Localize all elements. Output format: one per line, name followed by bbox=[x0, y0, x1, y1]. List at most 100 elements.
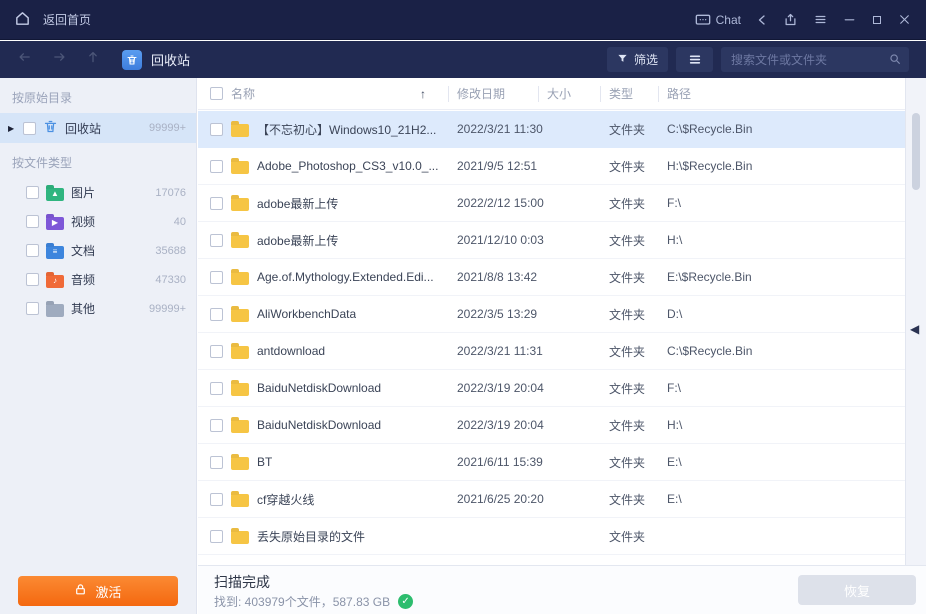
file-path: H:\$Recycle.Bin bbox=[667, 159, 753, 173]
row-checkbox[interactable] bbox=[210, 159, 223, 173]
right-panel-strip: ◀ bbox=[905, 78, 926, 565]
table-header: 名称 ↑ 修改日期 大小 类型 路径 bbox=[198, 78, 905, 110]
home-button[interactable]: 返回首页 bbox=[14, 10, 91, 30]
modified-date: 2021/8/8 13:42 bbox=[457, 270, 538, 284]
table-row[interactable]: adobe最新上传 2021/12/10 0:03 文件夹 H:\ bbox=[198, 222, 905, 259]
file-path: F:\ bbox=[667, 196, 681, 210]
file-type-folder-icon bbox=[46, 303, 64, 317]
sidebar-item-file-type[interactable]: ≡ 文档 35688 bbox=[0, 236, 196, 265]
file-path: E:\ bbox=[667, 492, 682, 506]
export-button[interactable] bbox=[783, 12, 798, 27]
file-path: H:\ bbox=[667, 418, 683, 432]
row-checkbox[interactable] bbox=[210, 492, 223, 506]
section-original-directory: 按原始目录 bbox=[12, 91, 73, 105]
file-type-list: ▲ 图片 17076 ▶ 视频 40 ≡ 文档 35688 ♪ 音频 47330… bbox=[0, 178, 196, 323]
up-button[interactable] bbox=[86, 50, 100, 69]
file-table: 名称 ↑ 修改日期 大小 类型 路径 【不忘初心】Windows10_21H2.… bbox=[198, 78, 905, 565]
modified-date: 2022/3/21 11:31 bbox=[457, 344, 543, 358]
table-row[interactable]: adobe最新上传 2022/2/12 15:00 文件夹 F:\ bbox=[198, 185, 905, 222]
hamburger-icon bbox=[813, 13, 828, 26]
scan-result-detail: 找到: 403979个文件，587.83 GB bbox=[214, 595, 391, 609]
table-row[interactable]: 【不忘初心】Windows10_21H2... 2022/3/21 11:30 … bbox=[198, 111, 905, 148]
row-checkbox[interactable] bbox=[210, 455, 223, 469]
recycle-bin-location-icon bbox=[122, 49, 142, 70]
file-type: 文件夹 bbox=[609, 492, 646, 507]
collapse-panel-icon[interactable]: ◀ bbox=[910, 323, 919, 335]
row-checkbox[interactable] bbox=[210, 196, 223, 210]
check-circle-icon: ✓ bbox=[398, 594, 414, 609]
file-type: 文件夹 bbox=[609, 344, 646, 359]
row-checkbox[interactable] bbox=[210, 529, 223, 543]
checkbox[interactable] bbox=[26, 273, 39, 286]
sidebar-item-label: 图片 bbox=[71, 186, 96, 200]
expand-icon[interactable]: ▶ bbox=[8, 124, 16, 133]
file-type-folder-icon: ▶ bbox=[46, 216, 64, 230]
filter-button[interactable]: 筛选 bbox=[606, 47, 668, 72]
file-path: E:\$Recycle.Bin bbox=[667, 270, 752, 284]
table-row[interactable]: BaiduNetdiskDownload 2022/3/19 20:04 文件夹… bbox=[198, 407, 905, 444]
table-row[interactable] bbox=[198, 555, 905, 565]
table-row[interactable]: Age.of.Mythology.Extended.Edi... 2021/8/… bbox=[198, 259, 905, 296]
folder-icon bbox=[231, 457, 249, 470]
maximize-button[interactable] bbox=[871, 14, 883, 26]
row-checkbox[interactable] bbox=[210, 344, 223, 358]
row-checkbox[interactable] bbox=[210, 122, 223, 136]
sidebar-item-file-type[interactable]: ▶ 视频 40 bbox=[0, 207, 196, 236]
table-row[interactable]: antdownload 2022/3/21 11:31 文件夹 C:\$Recy… bbox=[198, 333, 905, 370]
file-type: 文件夹 bbox=[609, 196, 646, 211]
file-type: 文件夹 bbox=[609, 455, 646, 470]
view-options-button[interactable] bbox=[676, 47, 713, 72]
chat-button[interactable]: Chat bbox=[695, 13, 741, 27]
checkbox[interactable] bbox=[26, 186, 39, 199]
table-row[interactable]: 丢失原始目录的文件 文件夹 bbox=[198, 518, 905, 555]
sidebar-item-file-type[interactable]: 其他 99999+ bbox=[0, 294, 196, 323]
activate-button[interactable]: 激活 bbox=[18, 576, 178, 606]
file-name: 丢失原始目录的文件 bbox=[257, 529, 366, 544]
row-checkbox[interactable] bbox=[210, 418, 223, 432]
menu-button[interactable] bbox=[813, 13, 828, 26]
close-button[interactable] bbox=[898, 13, 911, 26]
sidebar-item-recycle-bin[interactable]: ▶ 回收站 99999+ bbox=[0, 113, 196, 143]
column-header-date[interactable]: 修改日期 bbox=[448, 78, 538, 109]
row-checkbox[interactable] bbox=[210, 307, 223, 321]
item-count: 35688 bbox=[155, 244, 186, 257]
item-count: 47330 bbox=[155, 273, 186, 286]
minimize-button[interactable] bbox=[843, 13, 856, 26]
row-checkbox[interactable] bbox=[210, 270, 223, 284]
column-header-type[interactable]: 类型 bbox=[600, 78, 658, 109]
checkbox[interactable] bbox=[26, 244, 39, 257]
checkbox[interactable] bbox=[26, 302, 39, 315]
back-button[interactable] bbox=[16, 50, 33, 69]
sidebar-item-file-type[interactable]: ▲ 图片 17076 bbox=[0, 178, 196, 207]
table-row[interactable]: BT 2021/6/11 15:39 文件夹 E:\ bbox=[198, 444, 905, 481]
sidebar-item-file-type[interactable]: ♪ 音频 47330 bbox=[0, 265, 196, 294]
table-row[interactable]: AliWorkbenchData 2022/3/5 13:29 文件夹 D:\ bbox=[198, 296, 905, 333]
checkbox[interactable] bbox=[26, 215, 39, 228]
home-label[interactable]: 返回首页 bbox=[43, 11, 91, 28]
modified-date: 2022/3/5 13:29 bbox=[457, 307, 538, 321]
recover-button[interactable]: 恢复 bbox=[798, 575, 916, 605]
item-count: 99999+ bbox=[148, 302, 186, 315]
file-type: 文件夹 bbox=[609, 381, 646, 396]
checkbox[interactable] bbox=[23, 121, 36, 135]
row-checkbox[interactable] bbox=[210, 233, 223, 247]
search-icon[interactable] bbox=[888, 52, 902, 71]
scrollbar-thumb[interactable] bbox=[912, 113, 920, 190]
table-row[interactable]: Adobe_Photoshop_CS3_v10.0_... 2021/9/5 1… bbox=[198, 148, 905, 185]
search-input[interactable] bbox=[721, 47, 909, 72]
file-name: BaiduNetdiskDownload bbox=[257, 418, 382, 432]
modified-date: 2021/6/11 15:39 bbox=[457, 455, 543, 469]
column-header-size[interactable]: 大小 bbox=[538, 78, 600, 109]
share-button[interactable] bbox=[756, 13, 768, 27]
select-all-checkbox[interactable] bbox=[210, 87, 223, 100]
sidebar-item-label: 回收站 bbox=[65, 121, 102, 136]
column-header-name[interactable]: 名称 ↑ bbox=[198, 78, 448, 109]
forward-button[interactable] bbox=[51, 50, 68, 69]
location-label: 回收站 bbox=[151, 53, 191, 68]
column-header-path[interactable]: 路径 bbox=[658, 78, 905, 109]
sort-ascending-icon[interactable]: ↑ bbox=[420, 87, 426, 101]
table-row[interactable]: BaiduNetdiskDownload 2022/3/19 20:04 文件夹… bbox=[198, 370, 905, 407]
row-checkbox[interactable] bbox=[210, 381, 223, 395]
file-name: cf穿越火线 bbox=[257, 492, 315, 507]
table-row[interactable]: cf穿越火线 2021/6/25 20:20 文件夹 E:\ bbox=[198, 481, 905, 518]
